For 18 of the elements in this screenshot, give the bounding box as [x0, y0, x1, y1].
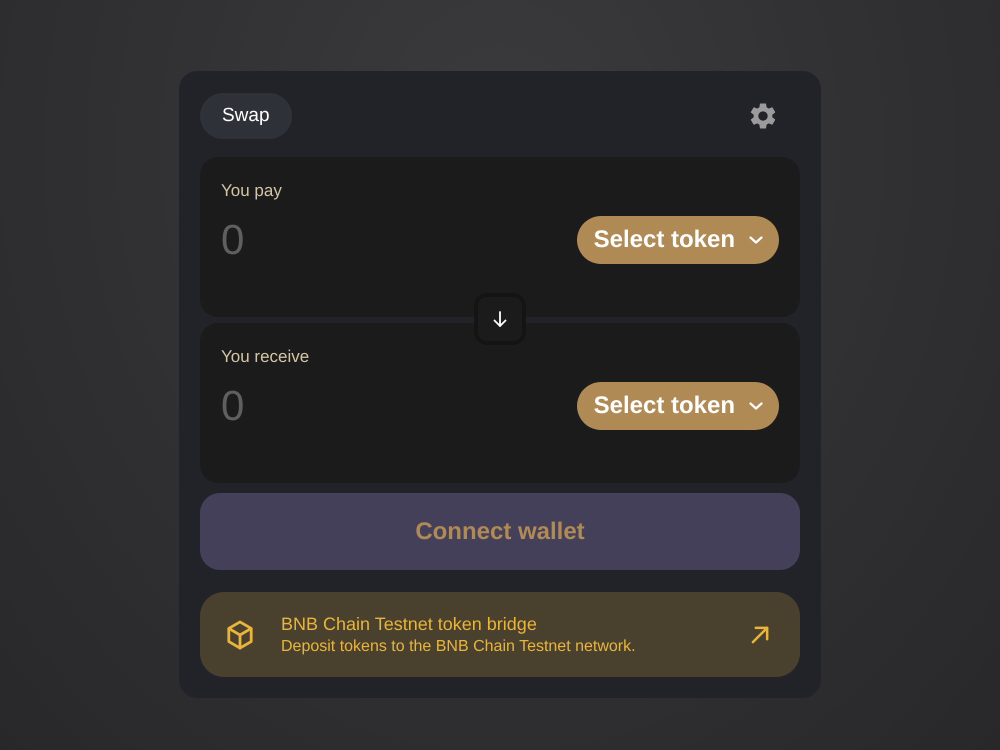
chevron-down-icon	[749, 236, 763, 244]
swap-tab[interactable]: Swap	[200, 93, 292, 139]
amount-label: You receive	[221, 347, 310, 367]
arrow-up-right-icon	[751, 625, 770, 644]
amount-field[interactable]: 0	[221, 382, 501, 430]
settings-icon[interactable]	[750, 103, 776, 129]
amount-label: You pay	[221, 181, 283, 201]
arrow-down-icon	[493, 311, 507, 327]
chevron-down-icon	[749, 402, 763, 410]
cube-icon	[226, 620, 254, 650]
bridge-title: BNB Chain Testnet token bridge	[281, 612, 538, 634]
select-token-button[interactable]: Select token	[576, 216, 779, 264]
select-token-button[interactable]: Select token	[576, 382, 779, 430]
swap-direction-button[interactable]	[474, 293, 526, 345]
connect-wallet-button[interactable]: Connect wallet	[200, 493, 800, 570]
bridge-banner[interactable]: BNB Chain Testnet token bridge Deposit tokens to the BNB Chain Testnet network.	[200, 592, 800, 677]
amount-field[interactable]: 0	[221, 216, 501, 264]
bridge-description: Deposit tokens to the BNB Chain Testnet network.	[281, 636, 637, 656]
